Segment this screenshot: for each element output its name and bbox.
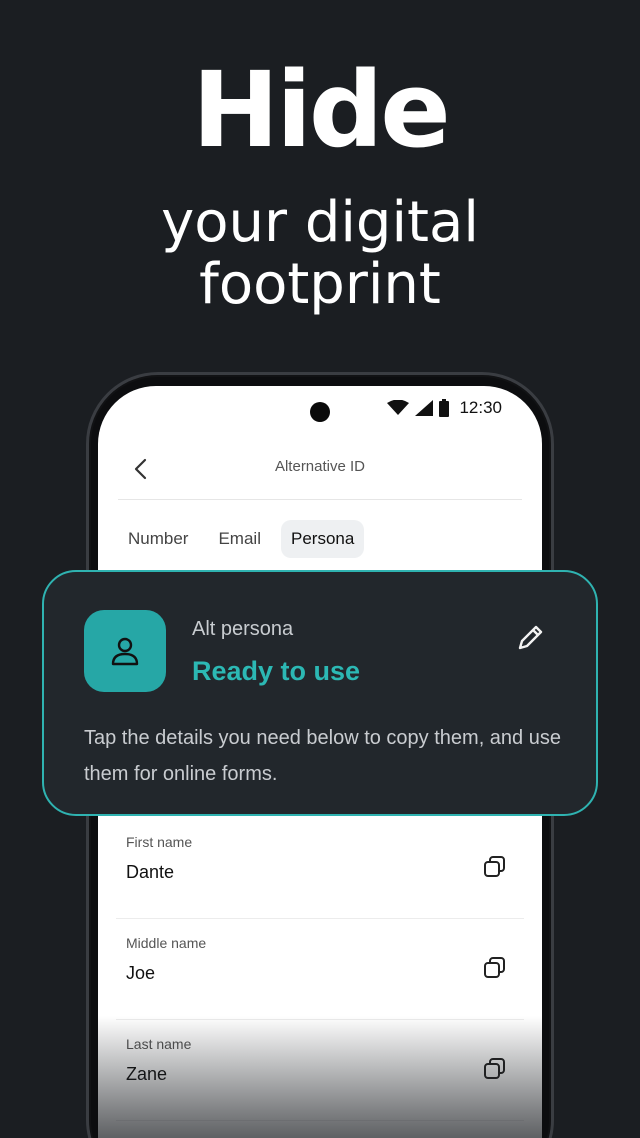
tab-persona[interactable]: Persona bbox=[280, 520, 365, 558]
promo-stage: Hide your digital footprint 12:30 Altern… bbox=[0, 0, 640, 1138]
status-bar: 12:30 bbox=[387, 398, 502, 418]
hero-subtitle-line2: footprint bbox=[199, 252, 441, 317]
persona-status-card: Alt persona Ready to use Tap the details… bbox=[42, 570, 598, 816]
tab-email[interactable]: Email bbox=[208, 520, 271, 558]
persona-avatar bbox=[84, 610, 166, 692]
battery-icon bbox=[439, 399, 450, 417]
card-status: Ready to use bbox=[192, 656, 361, 686]
page-title: Alternative ID bbox=[274, 458, 366, 475]
copy-icon[interactable] bbox=[482, 1056, 508, 1082]
tab-number[interactable]: Number bbox=[118, 520, 198, 558]
field-value: Joe bbox=[126, 963, 156, 983]
signal-icon bbox=[415, 400, 434, 416]
field-last-name[interactable]: Last name Zane bbox=[116, 1020, 524, 1121]
pencil-icon[interactable] bbox=[514, 620, 548, 654]
field-value: Zane bbox=[126, 1064, 168, 1084]
field-middle-name[interactable]: Middle name Joe bbox=[116, 919, 524, 1020]
hero-title: Hide bbox=[192, 49, 451, 171]
field-label: First name bbox=[126, 834, 193, 850]
person-icon bbox=[111, 637, 139, 666]
field-label: Last name bbox=[126, 1036, 192, 1052]
hero-subtitle: your digital footprint bbox=[0, 192, 640, 316]
tab-bar: Number Email Persona bbox=[118, 520, 365, 558]
hero-subtitle-line1: your digital bbox=[161, 190, 479, 255]
field-first-name[interactable]: First name Dante bbox=[116, 818, 524, 919]
card-description: Tap the details you need below to copy t… bbox=[84, 727, 561, 785]
copy-icon[interactable] bbox=[482, 854, 508, 880]
status-time: 12:30 bbox=[459, 398, 502, 417]
wifi-icon bbox=[387, 400, 410, 415]
card-label: Alt persona bbox=[192, 618, 294, 640]
camera-cutout bbox=[310, 402, 330, 422]
copy-icon[interactable] bbox=[482, 955, 508, 981]
field-value: Dante bbox=[126, 862, 175, 882]
persona-fields: First name Dante Middle name Joe Last na… bbox=[116, 818, 524, 1121]
app-bar: Alternative ID bbox=[118, 444, 522, 500]
field-label: Middle name bbox=[126, 935, 207, 951]
